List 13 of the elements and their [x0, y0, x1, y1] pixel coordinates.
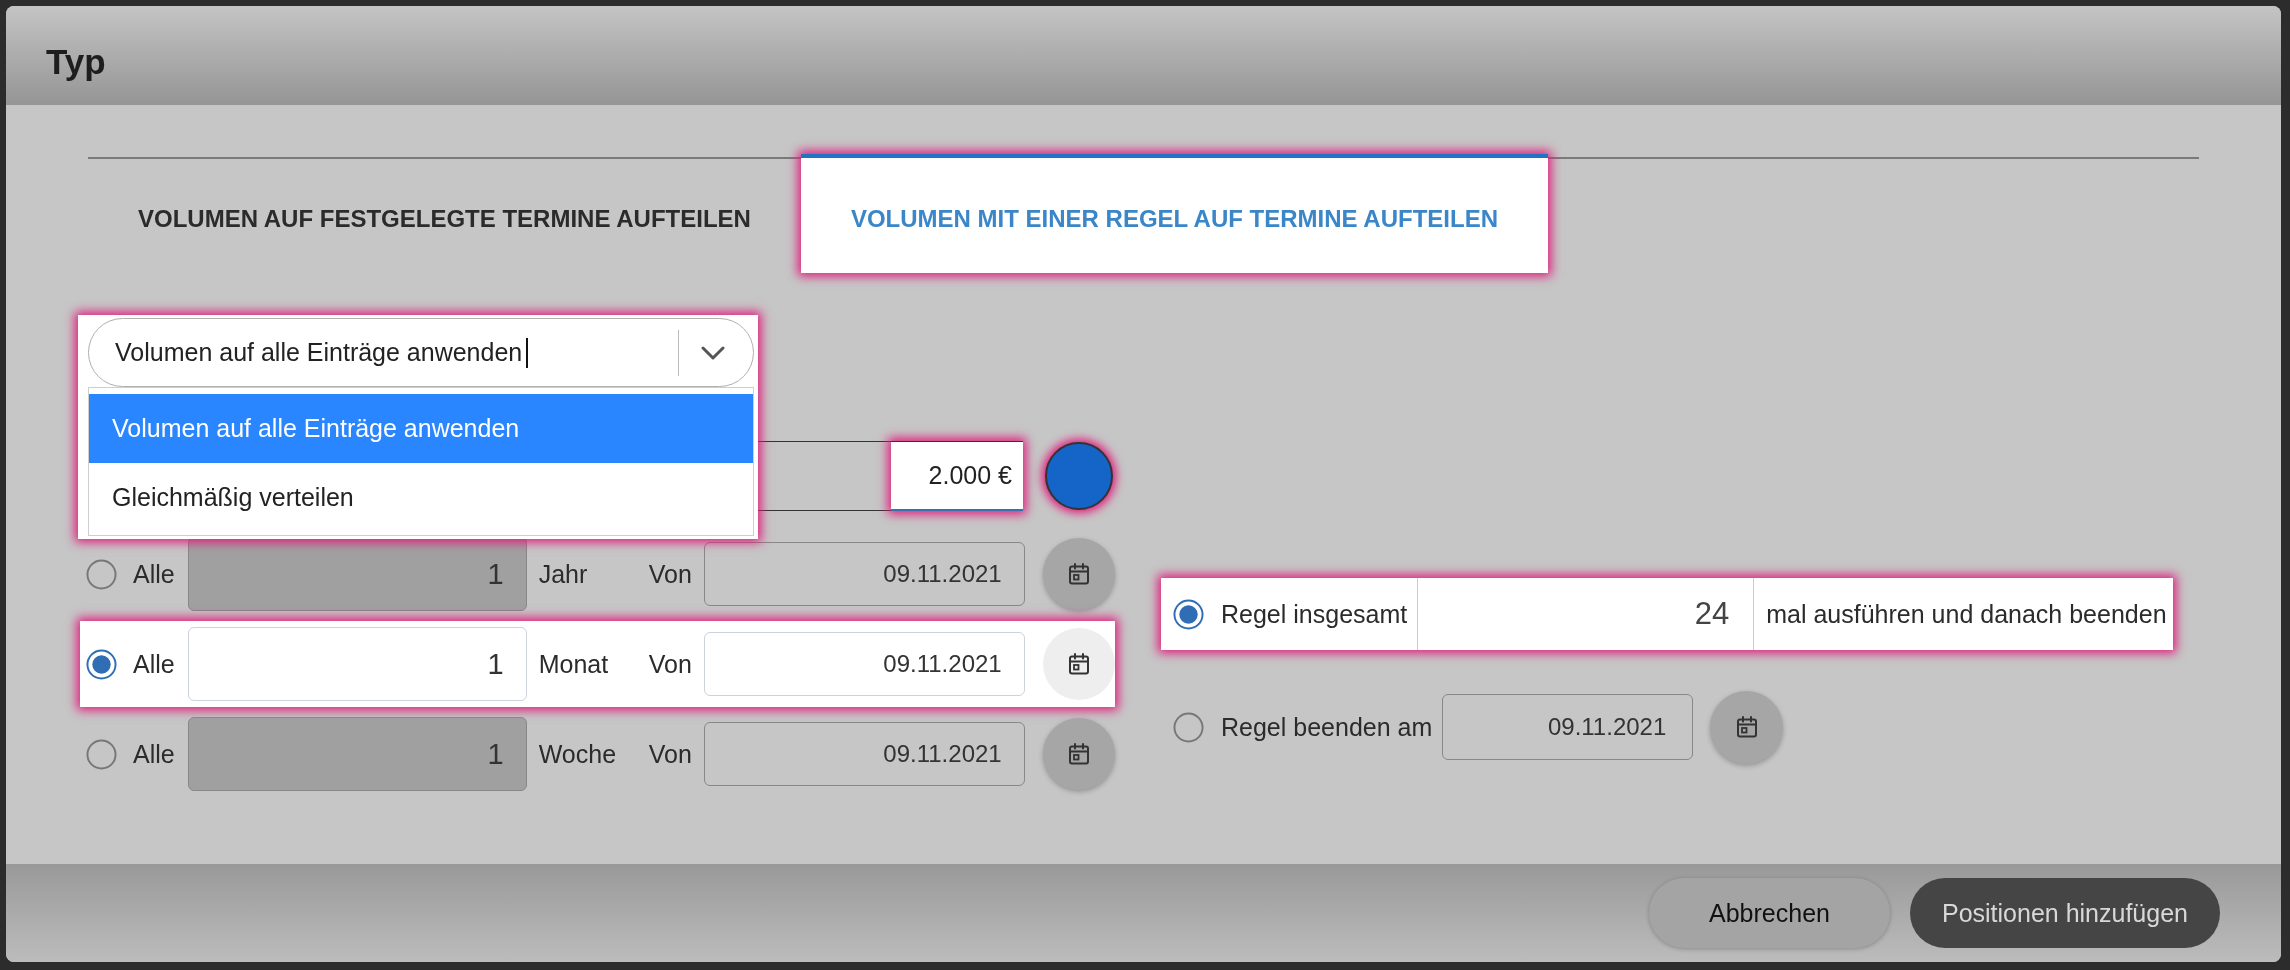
- unit-label: Woche: [538, 739, 618, 769]
- row-label: Alle: [133, 559, 175, 589]
- rule-label: Regel beenden am: [1221, 712, 1433, 742]
- row-label: Alle: [133, 739, 175, 769]
- from-label: Von: [648, 649, 693, 679]
- from-label: Von: [648, 739, 693, 769]
- dialog-title: Typ: [46, 41, 106, 82]
- unit-label: Jahr: [538, 559, 589, 589]
- unit-label: Monat: [538, 649, 610, 679]
- row-label: Alle: [133, 649, 175, 679]
- from-label: Von: [648, 559, 693, 589]
- rule-label: Regel insgesamt: [1221, 599, 1408, 629]
- rule-suffix-label: mal ausführen und danach beenden: [1766, 599, 2167, 629]
